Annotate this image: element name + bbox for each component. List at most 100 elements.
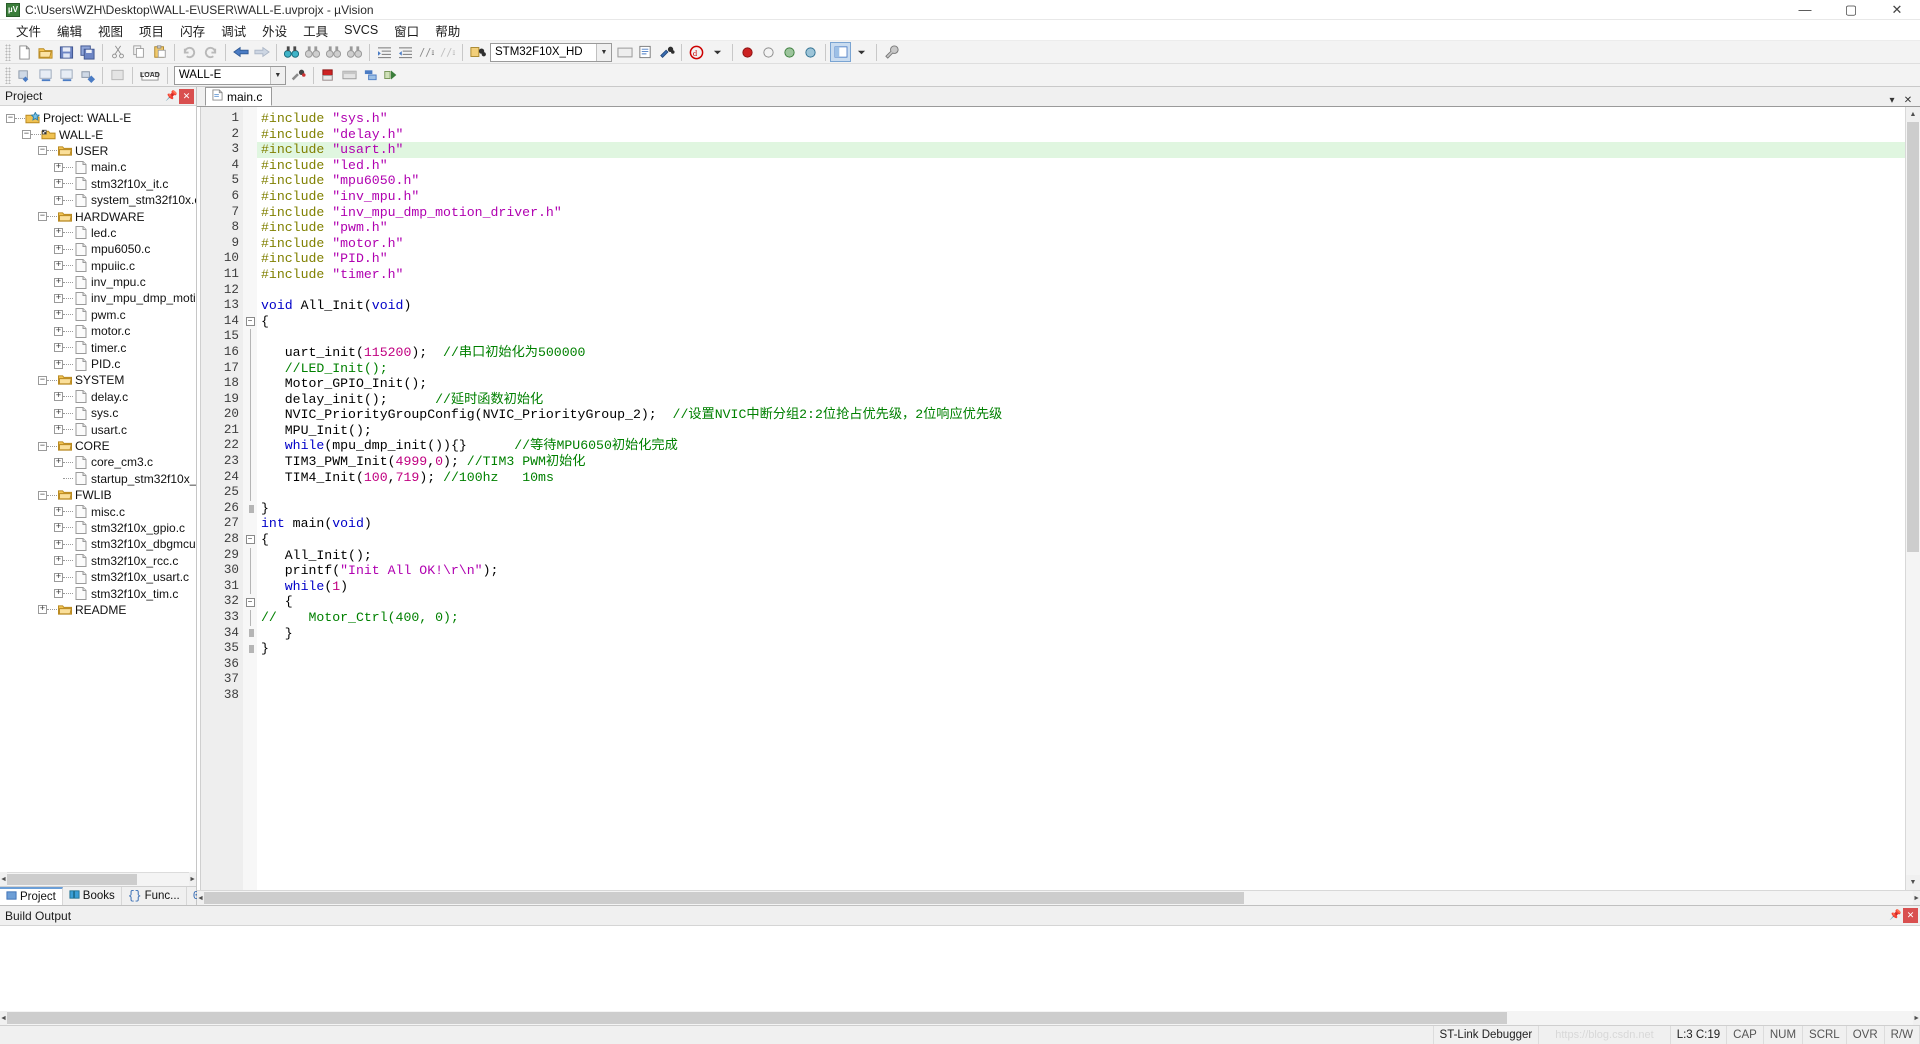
code-line[interactable]: TIM4_Init(100,719); //100hz 10ms [257, 470, 1905, 486]
hscroll-thumb[interactable] [6, 1012, 1507, 1024]
expand-icon[interactable]: + [54, 277, 63, 287]
editor-hscrollbar[interactable]: ◄ ► [197, 890, 1920, 906]
multi-target-icon[interactable] [360, 65, 381, 85]
pin-icon[interactable]: 📌 [164, 89, 179, 104]
breakpoint-off-icon[interactable] [758, 42, 779, 62]
expand-icon[interactable]: + [54, 408, 63, 418]
indent-icon[interactable] [374, 42, 395, 62]
tree-node[interactable]: − CORE [0, 438, 196, 454]
expand-icon[interactable]: + [54, 162, 63, 172]
tab-books[interactable]: Books [63, 887, 122, 905]
menu-edit[interactable]: 编辑 [49, 19, 90, 42]
scroll-right-button[interactable]: ► [189, 872, 196, 887]
code-line[interactable]: { [257, 594, 1905, 610]
tree-node[interactable]: + mpuiic.c [0, 258, 196, 274]
hscroll-thumb[interactable] [203, 892, 1244, 904]
tree-node[interactable]: + misc.c [0, 503, 196, 519]
tree-node[interactable]: + system_stm32f10x.c [0, 192, 196, 208]
tree-node[interactable]: + usart.c [0, 421, 196, 437]
expand-icon[interactable]: + [54, 244, 63, 254]
rebuild-icon[interactable] [56, 65, 77, 85]
code-line[interactable]: All_Init(); [257, 548, 1905, 564]
menu-flash[interactable]: 闪存 [172, 19, 213, 42]
tree-node[interactable]: − SYSTEM [0, 372, 196, 388]
breakpoint-icon[interactable] [737, 42, 758, 62]
comment-icon[interactable]: //≡ [416, 42, 437, 62]
bookmark-icon[interactable] [467, 42, 488, 62]
editor-vscrollbar[interactable]: ▲ ▼ [1905, 107, 1920, 890]
toolbar-grip[interactable] [5, 43, 11, 61]
tree-node[interactable]: + inv_mpu.c [0, 274, 196, 290]
tree-node[interactable]: + delay.c [0, 389, 196, 405]
project-tree-hscrollbar[interactable]: ◄ ► [0, 872, 196, 887]
code-line[interactable]: // Motor_Ctrl(400, 0); [257, 610, 1905, 626]
tab-project[interactable]: Project [0, 887, 63, 905]
binoculars-next-icon[interactable] [302, 42, 323, 62]
close-button[interactable]: ✕ [1874, 0, 1920, 19]
menu-file[interactable]: 文件 [8, 19, 49, 42]
tree-node[interactable]: + PID.c [0, 356, 196, 372]
undo-icon[interactable] [179, 42, 200, 62]
config-icon[interactable] [635, 42, 656, 62]
tree-node[interactable]: + motor.c [0, 323, 196, 339]
expand-icon[interactable]: + [54, 195, 63, 205]
redo-icon[interactable] [200, 42, 221, 62]
tab-functions[interactable]: {} Func... [122, 887, 187, 905]
tree-node[interactable]: + main.c [0, 159, 196, 175]
hscroll-track[interactable] [203, 891, 1914, 905]
manage-items-icon[interactable] [318, 65, 339, 85]
code-line[interactable]: //LED_Init(); [257, 361, 1905, 377]
expand-icon[interactable]: + [54, 310, 63, 320]
scroll-left-button[interactable]: ◄ [0, 872, 7, 887]
tree-node[interactable]: − USER [0, 143, 196, 159]
code-line[interactable]: NVIC_PriorityGroupConfig(NVIC_PriorityGr… [257, 407, 1905, 423]
menu-debug[interactable]: 调试 [213, 19, 254, 42]
code-line[interactable] [257, 672, 1905, 688]
build-icon[interactable] [35, 65, 56, 85]
open-folder-icon[interactable] [35, 42, 56, 62]
tree-node[interactable]: startup_stm32f10x_md.s [0, 471, 196, 487]
code-line[interactable]: TIM3_PWM_Init(4999,0); //TIM3 PWM初始化 [257, 454, 1905, 470]
vscroll-track[interactable] [1906, 122, 1920, 875]
code-line[interactable]: } [257, 626, 1905, 642]
expand-icon[interactable]: + [54, 179, 63, 189]
load-icon[interactable]: LOAD [137, 66, 163, 85]
scroll-left-button[interactable]: ◄ [197, 890, 204, 906]
expand-icon[interactable]: + [38, 605, 47, 615]
code-line[interactable]: while(1) [257, 579, 1905, 595]
collapse-icon[interactable]: − [6, 113, 15, 123]
hscroll-track[interactable] [6, 1011, 1914, 1025]
code-line[interactable]: void All_Init(void) [257, 298, 1905, 314]
collapse-icon[interactable]: − [22, 130, 31, 140]
translate-icon[interactable] [14, 65, 35, 85]
expand-icon[interactable]: + [54, 343, 63, 353]
vscroll-thumb[interactable] [1907, 122, 1919, 552]
chevron-down-icon[interactable]: ▼ [596, 43, 611, 61]
code-view[interactable]: 1 2 3 4 5 6 7 8 9 10 11 12 13 14 15 16 17 18 19 20 21 22 23 24 2… [197, 107, 1905, 890]
hscroll-thumb[interactable] [6, 874, 137, 885]
expand-icon[interactable]: + [54, 228, 63, 238]
tree-node[interactable]: + README [0, 602, 196, 618]
project-tree[interactable]: − Project: WALL-E − WALL-E − USER + main.c + stm3… [0, 106, 196, 872]
uncomment-icon[interactable]: //≡ [437, 42, 458, 62]
tree-node[interactable]: + stm32f10x_usart.c [0, 569, 196, 585]
tree-node[interactable]: − WALL-E [0, 126, 196, 142]
wrench-icon[interactable] [881, 42, 902, 62]
menu-view[interactable]: 视图 [90, 19, 131, 42]
binoculars-prev-icon[interactable] [323, 42, 344, 62]
tree-node[interactable]: + timer.c [0, 339, 196, 355]
expand-icon[interactable]: + [54, 539, 63, 549]
expand-icon[interactable]: + [54, 359, 63, 369]
save-all-icon[interactable] [77, 42, 98, 62]
batch-build-icon[interactable] [77, 65, 98, 85]
tree-node[interactable]: − FWLIB [0, 487, 196, 503]
runtime-icon[interactable] [381, 65, 402, 85]
arrow-left-icon[interactable] [230, 42, 251, 62]
collapse-icon[interactable]: − [38, 375, 47, 385]
collapse-icon[interactable]: − [38, 441, 47, 451]
code-line[interactable]: #include "inv_mpu.h" [257, 189, 1905, 205]
code-line[interactable]: Motor_GPIO_Init(); [257, 376, 1905, 392]
code-line[interactable]: #include "delay.h" [257, 127, 1905, 143]
tree-node[interactable]: + stm32f10x_dbgmcu.c [0, 536, 196, 552]
editor-tab-main-c[interactable]: main.c [205, 87, 273, 106]
